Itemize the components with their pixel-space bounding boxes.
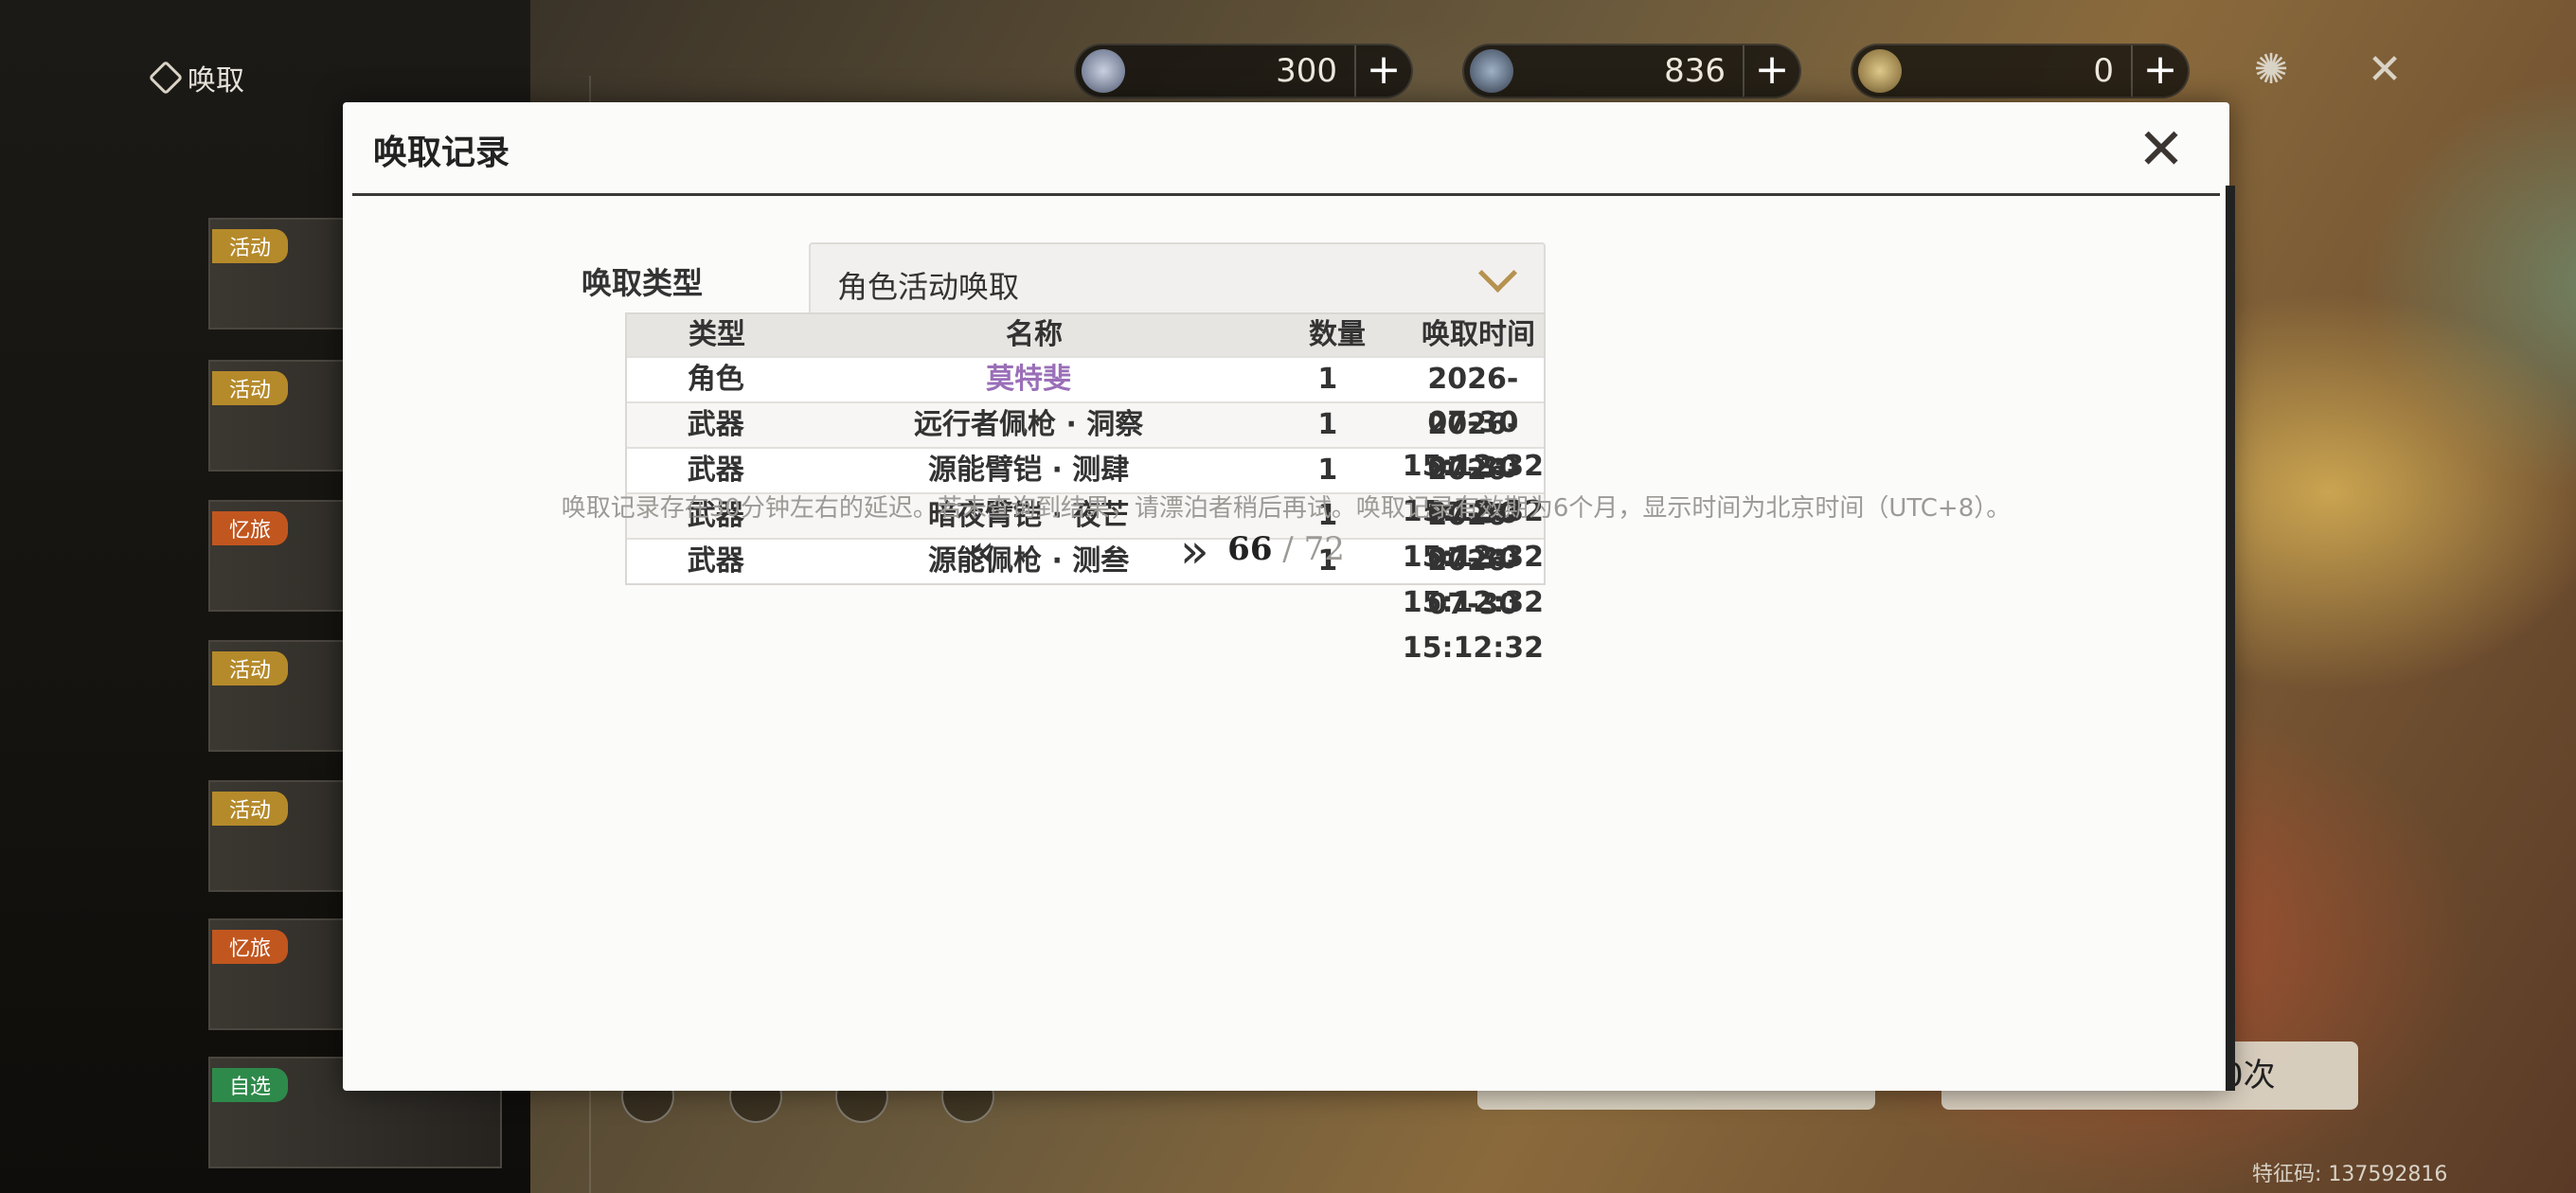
banner-tag: 活动	[212, 371, 289, 405]
table-row: 角色 莫特斐 1 2026-07-30 15:12:32	[627, 356, 1544, 483]
next-page-button[interactable]: »	[1180, 523, 1209, 579]
col-name: 名称	[1006, 318, 1063, 351]
page-separator: /	[1282, 530, 1294, 568]
current-page: 66	[1227, 530, 1273, 568]
banner-tag: 自选	[212, 1068, 289, 1102]
cell-name: 源能臂铠 · 测肆	[928, 454, 1130, 487]
chevron-down-icon	[1477, 253, 1518, 294]
convene-type-select[interactable]: 角色活动唤取	[809, 242, 1546, 316]
settings-gear-icon[interactable]: ✺	[2245, 44, 2298, 97]
convene-history-modal: 唤取记录 ✕ 唤取类型 角色活动唤取 类型 名称 数量 唤取时间 角色 莫特斐 1 2026…	[343, 102, 2235, 1091]
lunite-orb-icon	[1082, 49, 1125, 93]
close-icon[interactable]: ✕	[2131, 119, 2191, 180]
featured-code: 特征码: 137592816	[2252, 1163, 2448, 1186]
page-title-text: 唤取	[188, 64, 244, 98]
cell-time: 2026-07-30 15:12:32	[1402, 408, 1544, 528]
currency-value: 300	[1276, 52, 1337, 90]
table-row: 武器 源能臂铠 · 测肆 1 2026-07-30 15:12:32	[627, 447, 1544, 574]
astrite-coin-icon	[1858, 49, 1902, 93]
currency-lunite: 300 +	[1074, 44, 1413, 98]
cell-type: 武器	[687, 408, 744, 441]
cell-qty: 1	[1317, 454, 1338, 487]
cell-type: 角色	[687, 363, 744, 396]
total-pages: 72	[1303, 530, 1345, 568]
table-header: 类型 名称 数量 唤取时间	[627, 314, 1544, 356]
star-tide-icon	[1470, 49, 1513, 93]
add-currency-button[interactable]: +	[1743, 45, 1799, 97]
cell-name: 远行者佩枪 · 洞察	[914, 408, 1144, 441]
banner-tag: 活动	[212, 651, 289, 686]
banner-tag: 活动	[212, 229, 289, 263]
cell-time: 2026-07-30 15:12:32	[1402, 363, 1544, 483]
convene-type-label: 唤取类型	[581, 265, 704, 301]
modal-title: 唤取记录	[373, 134, 510, 172]
add-currency-button[interactable]: +	[1354, 45, 1411, 97]
cell-qty: 1	[1317, 408, 1338, 441]
pagination: « 66 / 72 »	[343, 523, 2229, 579]
page-indicator: 66 / 72	[343, 530, 2229, 568]
close-x-icon[interactable]: ✕	[2358, 44, 2411, 97]
cell-time: 2026-07-30 15:12:32	[1402, 454, 1544, 574]
cell-qty: 1	[1317, 363, 1338, 396]
banner-tag: 忆旅	[212, 930, 289, 964]
banner-tag: 忆旅	[212, 511, 289, 545]
currency-startide: 836 +	[1462, 44, 1801, 98]
convene-type-value: 角色活动唤取	[837, 269, 1020, 305]
header-divider	[352, 193, 2220, 196]
delay-notice: 唤取记录存在30分钟左右的延迟。若未查询到结果，请漂泊者稍后再试。唤取记录有效期…	[561, 494, 2012, 523]
col-type: 类型	[689, 318, 745, 351]
currency-coin: 0 +	[1851, 44, 2190, 98]
currency-value: 836	[1664, 52, 1726, 90]
cell-type: 武器	[687, 454, 744, 487]
currency-value: 0	[2093, 52, 2114, 90]
add-currency-button[interactable]: +	[2131, 45, 2188, 97]
modal-edge-accent	[2226, 186, 2235, 1091]
convene-icon	[148, 60, 184, 96]
banner-tag: 活动	[212, 792, 289, 826]
col-time: 唤取时间	[1422, 318, 1535, 351]
table-row: 武器 远行者佩枪 · 洞察 1 2026-07-30 15:12:32	[627, 401, 1544, 528]
col-qty: 数量	[1309, 318, 1366, 351]
page-title: 唤取	[148, 57, 244, 98]
cell-name: 莫特斐	[986, 363, 1072, 396]
